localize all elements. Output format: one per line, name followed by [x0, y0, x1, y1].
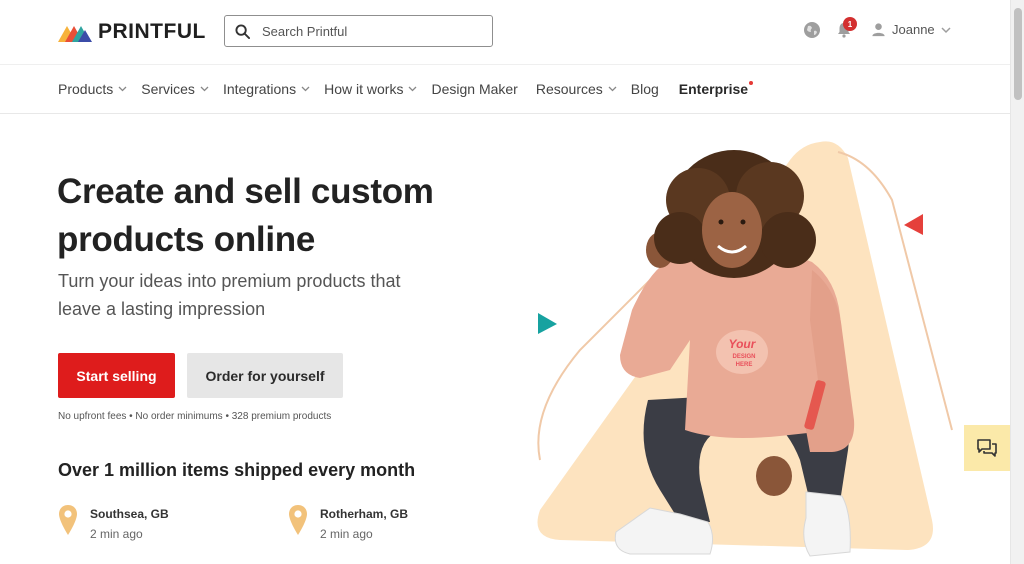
chevron-down-icon: [608, 86, 617, 92]
search-icon: [235, 23, 250, 39]
nav-item-resources[interactable]: Resources: [536, 81, 617, 97]
person-hand: [756, 456, 792, 496]
logo-text: PRINTFUL: [98, 20, 206, 43]
chevron-down-icon: [941, 26, 951, 33]
search-input[interactable]: [262, 23, 462, 39]
nav-label: Integrations: [222, 81, 297, 97]
nav-label: Products: [58, 81, 114, 97]
teal-triangle-shape: [538, 313, 557, 334]
nav-label: Design Maker: [431, 81, 518, 97]
nav-item-products[interactable]: Products: [58, 81, 127, 97]
main-nav: Products Services Integrations How it wo…: [0, 64, 1010, 114]
user-icon: [872, 23, 885, 37]
nav-label: Enterprise: [678, 81, 749, 97]
nav-label: How it works: [324, 81, 404, 97]
person-eye: [740, 219, 746, 225]
location-pin-icon: [289, 505, 307, 535]
person-hair: [654, 212, 706, 264]
recent-order-item: Southsea, GB 2 min ago: [58, 504, 169, 541]
nav-item-enterprise[interactable]: Enterprise: [678, 81, 754, 97]
shirt-print-line-1: Your: [729, 337, 757, 351]
nav-label: Resources: [535, 81, 603, 97]
hero-illustration: Your DESIGN HERE: [537, 141, 953, 557]
user-menu[interactable]: Joanne: [871, 22, 951, 37]
chat-button[interactable]: [964, 425, 1010, 471]
chevron-down-icon: [409, 86, 417, 92]
location-pin-icon: [59, 505, 77, 535]
order-city: Rotherham, GB: [320, 507, 409, 521]
printful-logo[interactable]: PRINTFUL: [58, 20, 206, 44]
nav-item-design-maker[interactable]: Design Maker: [431, 81, 517, 97]
globe-icon[interactable]: [802, 20, 822, 40]
nav-item-how-it-works[interactable]: How it works: [324, 81, 417, 97]
logo-mark-icon: [58, 26, 92, 42]
nav-item-blog[interactable]: Blog: [631, 81, 659, 97]
person-hair: [760, 212, 816, 268]
shirt-print-line-3: HERE: [736, 362, 753, 368]
red-triangle-shape: [904, 214, 923, 235]
chat-icon: [977, 439, 997, 457]
nav-item-integrations[interactable]: Integrations: [223, 81, 310, 97]
order-city: Southsea, GB: [90, 507, 169, 521]
new-indicator-dot: [749, 81, 754, 85]
order-for-yourself-button[interactable]: Order for yourself: [187, 353, 343, 398]
page-scrollbar[interactable]: [1010, 0, 1024, 564]
person-eye: [718, 219, 724, 225]
hero-subtitle: Turn your ideas into premium products th…: [58, 271, 401, 319]
chevron-down-icon: [200, 86, 209, 92]
nav-label: Services: [141, 81, 195, 97]
recent-order-item: Rotherham, GB 2 min ago: [288, 504, 408, 541]
hero-title: Create and sell custom products online: [57, 172, 434, 259]
shipping-heading: Over 1 million items shipped every month: [58, 460, 416, 480]
chevron-down-icon: [118, 86, 127, 92]
user-name: Joanne: [892, 22, 935, 37]
shirt-print-line-2: DESIGN: [732, 354, 755, 360]
person-shoe: [803, 491, 851, 557]
order-time: 2 min ago: [90, 527, 143, 541]
start-selling-button[interactable]: Start selling: [58, 353, 175, 398]
order-time: 2 min ago: [320, 527, 373, 541]
hero-fine-print: No upfront fees • No order minimums • 32…: [58, 411, 332, 422]
nav-label: Blog: [630, 81, 659, 97]
notification-badge: 1: [843, 17, 857, 31]
site-header: PRINTFUL 1 Joanne: [0, 0, 1010, 64]
nav-item-services[interactable]: Services: [141, 81, 209, 97]
search-box[interactable]: [224, 15, 493, 47]
chevron-down-icon: [301, 86, 310, 92]
scrollbar-thumb[interactable]: [1014, 8, 1022, 100]
person-face: [702, 192, 762, 268]
